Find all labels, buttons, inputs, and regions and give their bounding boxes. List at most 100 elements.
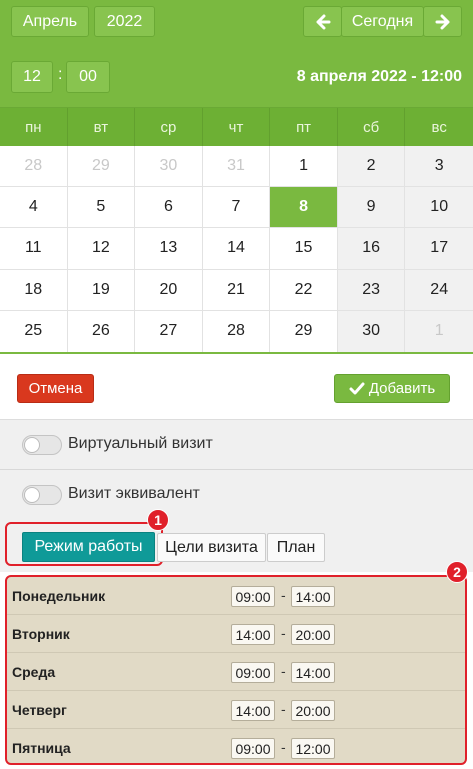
year-select[interactable]: 2022 bbox=[94, 6, 155, 37]
next-month-button[interactable] bbox=[423, 6, 462, 37]
day-cell[interactable]: 21 bbox=[202, 269, 271, 311]
day-cell[interactable]: 4 bbox=[0, 187, 68, 229]
arrow-right-icon bbox=[435, 14, 449, 29]
equivalent-visit-label: Визит эквивалент bbox=[68, 485, 200, 502]
day-cell[interactable]: 24 bbox=[405, 269, 473, 311]
day-cell[interactable]: 29 bbox=[67, 146, 136, 188]
time-to-input[interactable]: 20:00 bbox=[291, 624, 335, 645]
day-cell-selected[interactable]: 8 bbox=[270, 187, 338, 229]
day-cell[interactable]: 13 bbox=[135, 228, 203, 270]
time-from-input[interactable]: 14:00 bbox=[231, 624, 275, 645]
time-dash: - bbox=[281, 701, 286, 717]
calendar-grid: 28 29 30 31 1 2 3 4 5 6 7 8 9 10 11 12 1… bbox=[0, 146, 473, 354]
day-name: Пятница bbox=[12, 740, 71, 756]
day-cell[interactable]: 16 bbox=[337, 228, 406, 270]
time-to-input[interactable]: 12:00 bbox=[291, 738, 335, 759]
time-to-input[interactable]: 14:00 bbox=[291, 662, 335, 683]
time-to-input[interactable]: 14:00 bbox=[291, 586, 335, 607]
toggle-knob bbox=[24, 487, 40, 503]
equivalent-visit-toggle[interactable] bbox=[22, 485, 62, 505]
time-from-input[interactable]: 09:00 bbox=[231, 662, 275, 683]
tab-plan[interactable]: План bbox=[267, 533, 325, 562]
add-button-label: Добавить bbox=[368, 380, 436, 397]
day-cell[interactable]: 1 bbox=[270, 146, 338, 188]
day-name: Четверг bbox=[12, 702, 67, 718]
weekday-label: вт bbox=[68, 108, 136, 146]
day-cell[interactable]: 25 bbox=[0, 310, 68, 352]
weekday-label: сб bbox=[338, 108, 406, 146]
virtual-visit-row: Виртуальный визит bbox=[0, 420, 473, 470]
today-button[interactable]: Сегодня bbox=[341, 6, 424, 37]
day-cell[interactable]: 27 bbox=[135, 310, 203, 352]
time-dash: - bbox=[281, 739, 286, 755]
table-row: Вторник 14:00 - 20:00 bbox=[7, 615, 465, 653]
day-name: Понедельник bbox=[12, 588, 106, 604]
day-cell[interactable]: 19 bbox=[67, 269, 136, 311]
table-row: Пятница 09:00 - 12:00 bbox=[7, 729, 465, 767]
calendar-header: Апрель 2022 Сегодня 12 : 00 8 апреля 202… bbox=[0, 0, 473, 108]
annotation-badge: 1 bbox=[147, 509, 169, 531]
check-icon bbox=[349, 382, 365, 394]
day-cell[interactable]: 31 bbox=[202, 146, 271, 188]
minute-input[interactable]: 00 bbox=[66, 61, 110, 93]
day-cell[interactable]: 15 bbox=[270, 228, 338, 270]
time-from-input[interactable]: 14:00 bbox=[231, 700, 275, 721]
day-cell[interactable]: 28 bbox=[0, 146, 68, 188]
day-cell[interactable]: 22 bbox=[270, 269, 338, 311]
cancel-button[interactable]: Отмена bbox=[17, 374, 94, 403]
virtual-visit-label: Виртуальный визит bbox=[68, 435, 213, 452]
table-row: Понедельник 09:00 - 14:00 bbox=[7, 577, 465, 615]
annotation-badge: 2 bbox=[446, 561, 468, 583]
day-cell[interactable]: 6 bbox=[135, 187, 203, 229]
time-separator: : bbox=[58, 66, 63, 83]
day-cell[interactable]: 20 bbox=[135, 269, 203, 311]
weekday-label: вс bbox=[431, 118, 447, 136]
day-cell[interactable]: 7 bbox=[202, 187, 271, 229]
day-cell[interactable]: 2 bbox=[337, 146, 406, 188]
day-cell[interactable]: 11 bbox=[0, 228, 68, 270]
day-cell[interactable]: 30 bbox=[337, 310, 406, 352]
day-cell[interactable]: 14 bbox=[202, 228, 271, 270]
time-from-input[interactable]: 09:00 bbox=[231, 586, 275, 607]
hour-input[interactable]: 12 bbox=[11, 61, 53, 93]
tab-work-schedule[interactable]: Режим работы bbox=[22, 532, 155, 562]
arrow-left-icon bbox=[316, 14, 330, 29]
day-cell[interactable]: 9 bbox=[337, 187, 406, 229]
table-row: Среда 09:00 - 14:00 bbox=[7, 653, 465, 691]
table-row: Четверг 14:00 - 20:00 bbox=[7, 691, 465, 729]
day-cell[interactable]: 17 bbox=[405, 228, 473, 270]
prev-month-button[interactable] bbox=[303, 6, 342, 37]
weekday-label: ср bbox=[135, 108, 203, 146]
selected-datetime: 8 апреля 2022 - 12:00 bbox=[296, 68, 462, 85]
action-bar: Отмена Добавить bbox=[0, 356, 473, 420]
day-cell[interactable]: 26 bbox=[67, 310, 136, 352]
day-name: Среда bbox=[12, 664, 56, 680]
day-cell[interactable]: 23 bbox=[337, 269, 406, 311]
weekday-label: пн bbox=[0, 108, 68, 146]
toggle-knob bbox=[24, 437, 40, 453]
day-cell[interactable]: 1 bbox=[405, 310, 473, 352]
weekday-header: пн вт ср чт пт сб вс bbox=[0, 108, 473, 146]
add-button[interactable]: Добавить bbox=[334, 374, 450, 403]
day-cell[interactable]: 10 bbox=[405, 187, 473, 229]
time-dash: - bbox=[281, 663, 286, 679]
tab-bar: Режим работы Цели визита План 1 bbox=[0, 509, 473, 572]
weekday-label: чт bbox=[203, 108, 271, 146]
day-cell[interactable]: 18 bbox=[0, 269, 68, 311]
day-cell[interactable]: 5 bbox=[67, 187, 136, 229]
time-from-input[interactable]: 09:00 bbox=[231, 738, 275, 759]
day-name: Вторник bbox=[12, 626, 70, 642]
month-select[interactable]: Апрель bbox=[11, 6, 89, 37]
day-cell[interactable]: 3 bbox=[405, 146, 473, 188]
virtual-visit-toggle[interactable] bbox=[22, 435, 62, 455]
day-cell[interactable]: 28 bbox=[202, 310, 271, 352]
time-dash: - bbox=[281, 625, 286, 641]
time-dash: - bbox=[281, 587, 286, 603]
day-cell[interactable]: 30 bbox=[135, 146, 203, 188]
weekday-label: пт bbox=[270, 108, 338, 146]
day-cell[interactable]: 12 bbox=[67, 228, 136, 270]
time-to-input[interactable]: 20:00 bbox=[291, 700, 335, 721]
equivalent-visit-row: Визит эквивалент bbox=[0, 470, 473, 520]
tab-visit-goals[interactable]: Цели визита bbox=[157, 533, 266, 562]
day-cell[interactable]: 29 bbox=[270, 310, 338, 352]
